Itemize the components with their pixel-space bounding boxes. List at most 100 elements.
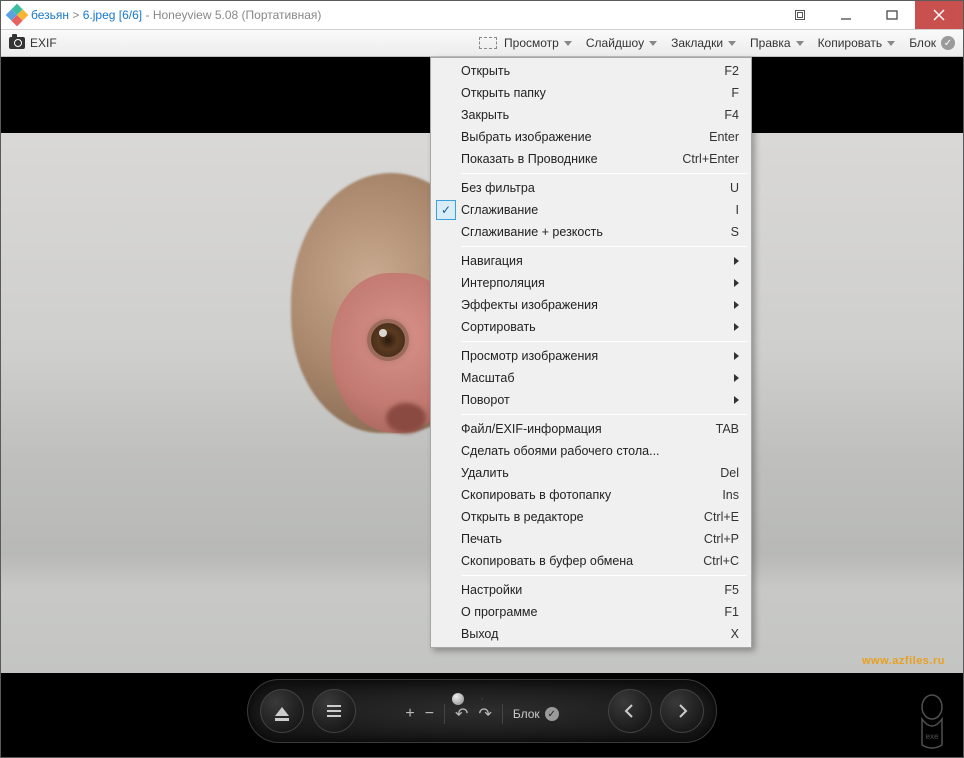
menu-item-label: Показать в Проводнике: [461, 152, 682, 166]
check-circle-icon: ✓: [545, 707, 559, 721]
close-button[interactable]: [915, 1, 963, 29]
menu-copy[interactable]: Копировать: [818, 36, 896, 50]
menu-item[interactable]: Показать в ПроводникеCtrl+Enter: [433, 148, 749, 170]
eject-icon: [275, 707, 289, 716]
check-icon: ✓: [436, 200, 456, 220]
minimize-button[interactable]: [823, 1, 869, 29]
menu-item[interactable]: Без фильтраU: [433, 177, 749, 199]
menu-item[interactable]: Открыть в редактореCtrl+E: [433, 506, 749, 528]
menu-lock[interactable]: Блок ✓: [909, 36, 955, 50]
menu-item[interactable]: Эффекты изображения: [433, 294, 749, 316]
menu-slideshow[interactable]: Слайдшоу: [586, 36, 657, 50]
svg-text:exe: exe: [926, 732, 939, 741]
progress-slider[interactable]: [481, 698, 483, 700]
menu-item-label: Выбрать изображение: [461, 130, 709, 144]
menu-item-label: Сделать обоями рабочего стола...: [461, 444, 739, 458]
chevron-right-icon: [734, 257, 739, 265]
menu-edit[interactable]: Правка: [750, 36, 804, 50]
menu-item-label: Настройки: [461, 583, 724, 597]
menu-item-label: Скопировать в буфер обмена: [461, 554, 703, 568]
menu-item-label: Эффекты изображения: [461, 298, 734, 312]
chevron-right-icon: [734, 396, 739, 404]
menu-slideshow-label: Слайдшоу: [586, 36, 644, 50]
chevron-right-icon: [734, 301, 739, 309]
menu-item[interactable]: Сортировать: [433, 316, 749, 338]
menu-item-label: Сглаживание: [461, 203, 736, 217]
menu-button[interactable]: [312, 689, 356, 733]
menu-item[interactable]: Поворот: [433, 389, 749, 411]
check-circle-icon: ✓: [941, 36, 955, 50]
menu-item[interactable]: Сглаживание + резкостьS: [433, 221, 749, 243]
menu-lock-label: Блок: [909, 36, 936, 50]
app-icon: [6, 4, 29, 27]
menu-item-label: Поворот: [461, 393, 734, 407]
menu-item-shortcut: F4: [724, 108, 739, 122]
menu-item[interactable]: ПечатьCtrl+P: [433, 528, 749, 550]
menu-item-label: О программе: [461, 605, 724, 619]
maximize-button[interactable]: [869, 1, 915, 29]
menu-item[interactable]: Масштаб: [433, 367, 749, 389]
menu-item-label: Открыть папку: [461, 86, 731, 100]
menu-item[interactable]: Файл/EXIF-информацияTAB: [433, 418, 749, 440]
fullscreen-button[interactable]: [777, 1, 823, 29]
menu-item-label: Печать: [461, 532, 704, 546]
rotate-left-button[interactable]: ↶: [455, 704, 468, 724]
menu-item-shortcut: S: [731, 225, 739, 239]
menu-item[interactable]: Открыть папкуF: [433, 82, 749, 104]
menu-item[interactable]: УдалитьDel: [433, 462, 749, 484]
menu-item-shortcut: Ctrl+Enter: [682, 152, 739, 166]
control-panel: + − ↶ ↷ Блок✓: [247, 679, 717, 743]
chevron-down-icon: [649, 41, 657, 46]
next-button[interactable]: [660, 689, 704, 733]
menu-item[interactable]: Скопировать в фотопапкуIns: [433, 484, 749, 506]
menu-item[interactable]: Сделать обоями рабочего стола...: [433, 440, 749, 462]
eject-button[interactable]: [260, 689, 304, 733]
menu-item[interactable]: Выбрать изображениеEnter: [433, 126, 749, 148]
menu-item-label: Удалить: [461, 466, 720, 480]
menu-item[interactable]: Скопировать в буфер обменаCtrl+C: [433, 550, 749, 572]
menu-item-label: Масштаб: [461, 371, 734, 385]
menu-item-label: Навигация: [461, 254, 734, 268]
menu-item-shortcut: TAB: [716, 422, 739, 436]
menu-view[interactable]: Просмотр: [479, 36, 572, 50]
menu-item-label: Сортировать: [461, 320, 734, 334]
menu-icon: [327, 705, 341, 717]
menu-item-label: Выход: [461, 627, 731, 641]
menu-item-shortcut: F2: [724, 64, 739, 78]
menu-item[interactable]: Интерполяция: [433, 272, 749, 294]
title-index: [6/6]: [119, 8, 142, 22]
menu-item[interactable]: О программеF1: [433, 601, 749, 623]
menu-item-shortcut: F5: [724, 583, 739, 597]
menu-item-label: Интерполяция: [461, 276, 734, 290]
title-app: Honeyview 5.08 (Портативная): [153, 8, 322, 22]
slider-knob[interactable]: [452, 693, 464, 705]
menu-item[interactable]: ОткрытьF2: [433, 60, 749, 82]
prev-button[interactable]: [608, 689, 652, 733]
zoom-out-button[interactable]: −: [425, 705, 434, 723]
menu-item-shortcut: Ctrl+E: [704, 510, 739, 524]
menu-edit-label: Правка: [750, 36, 791, 50]
context-menu: ОткрытьF2Открыть папкуFЗакрытьF4Выбрать …: [430, 57, 752, 648]
toolbar: EXIF Просмотр Слайдшоу Закладки Правка К…: [1, 29, 963, 57]
menu-item-shortcut: Enter: [709, 130, 739, 144]
menu-item[interactable]: Просмотр изображения: [433, 345, 749, 367]
menu-bookmarks[interactable]: Закладки: [671, 36, 736, 50]
menu-item[interactable]: ЗакрытьF4: [433, 104, 749, 126]
menu-item-shortcut: Ctrl+C: [703, 554, 739, 568]
menu-item-shortcut: Ins: [722, 488, 739, 502]
menu-item-label: Сглаживание + резкость: [461, 225, 731, 239]
menu-item-label: Скопировать в фотопапку: [461, 488, 722, 502]
title-file: 6.jpeg: [83, 8, 116, 22]
exif-button[interactable]: EXIF: [9, 36, 57, 50]
menu-item[interactable]: ВыходX: [433, 623, 749, 645]
menu-item-shortcut: X: [731, 627, 739, 641]
menu-item-shortcut: I: [736, 203, 739, 217]
menu-item[interactable]: НастройкиF5: [433, 579, 749, 601]
menu-item[interactable]: Навигация: [433, 250, 749, 272]
panel-lock-button[interactable]: Блок✓: [513, 707, 559, 721]
menu-bookmarks-label: Закладки: [671, 36, 723, 50]
rotate-right-button[interactable]: ↷: [478, 704, 491, 724]
menu-item-label: Без фильтра: [461, 181, 730, 195]
menu-item[interactable]: ✓ СглаживаниеI: [433, 199, 749, 221]
zoom-in-button[interactable]: +: [405, 705, 414, 723]
